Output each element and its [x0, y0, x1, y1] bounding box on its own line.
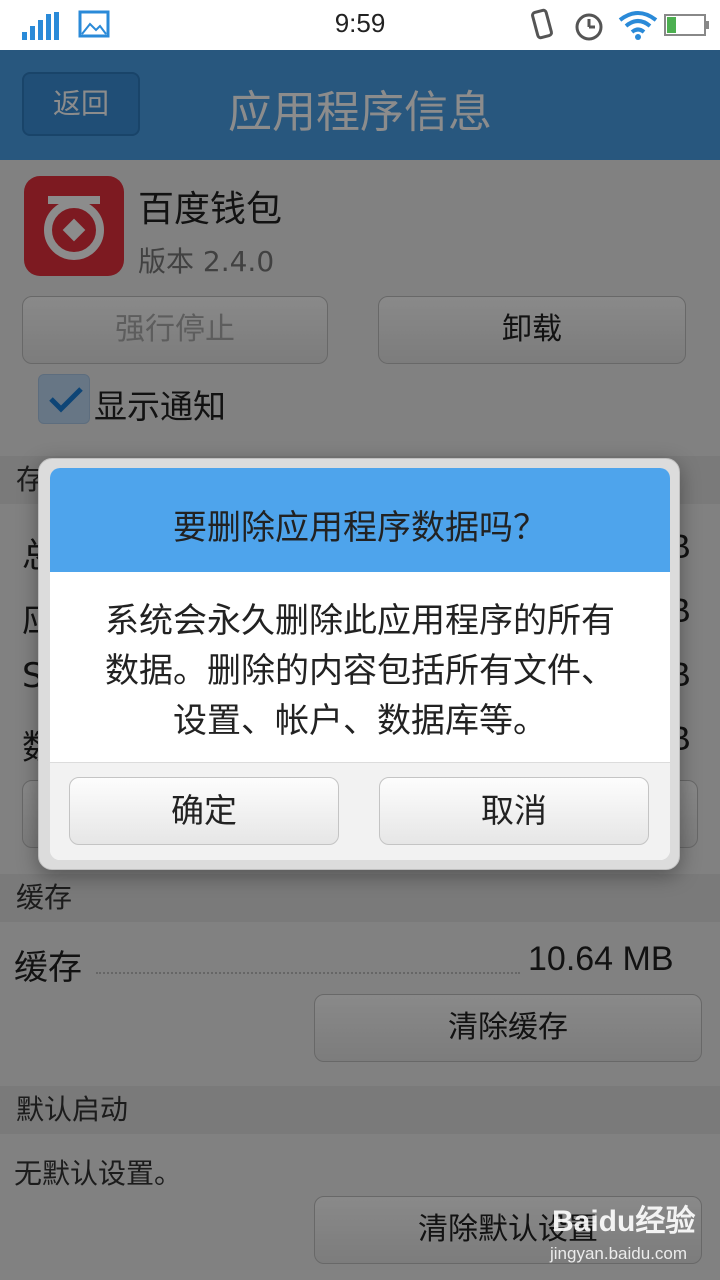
- status-bar: 9:59: [0, 0, 720, 50]
- dialog-message-line: 系统会永久删除此应用程序的所有: [105, 601, 615, 641]
- dialog-button-bar: 确定 取消: [50, 762, 670, 860]
- baidu-jingyan-watermark: Baidu经验 jingyan.baidu.com: [548, 1196, 714, 1270]
- wifi-icon: [618, 11, 658, 40]
- dialog-message-line: 设置、帐户、数据库等。: [173, 701, 547, 741]
- status-time: 9:59: [334, 8, 386, 38]
- dialog-message-line: 数据。删除的内容包括所有文件、: [105, 651, 615, 691]
- delete-data-dialog: 要删除应用程序数据吗？ 系统会永久删除此应用程序的所有 数据。删除的内容包括所有…: [50, 468, 670, 860]
- dialog-header: 要删除应用程序数据吗？: [50, 468, 670, 572]
- vibrate-icon: [531, 8, 553, 40]
- dialog-title: 要删除应用程序数据吗？: [173, 508, 547, 548]
- watermark-url: jingyan.baidu.com: [550, 1244, 688, 1263]
- battery-icon: [664, 14, 709, 36]
- cancel-button[interactable]: 取消: [379, 777, 649, 845]
- dialog-message: 系统会永久删除此应用程序的所有 数据。删除的内容包括所有文件、 设置、帐户、数据…: [50, 596, 670, 746]
- watermark-logo: Baidu经验: [552, 1205, 696, 1238]
- alarm-icon: [575, 13, 603, 41]
- confirm-button[interactable]: 确定: [69, 777, 339, 845]
